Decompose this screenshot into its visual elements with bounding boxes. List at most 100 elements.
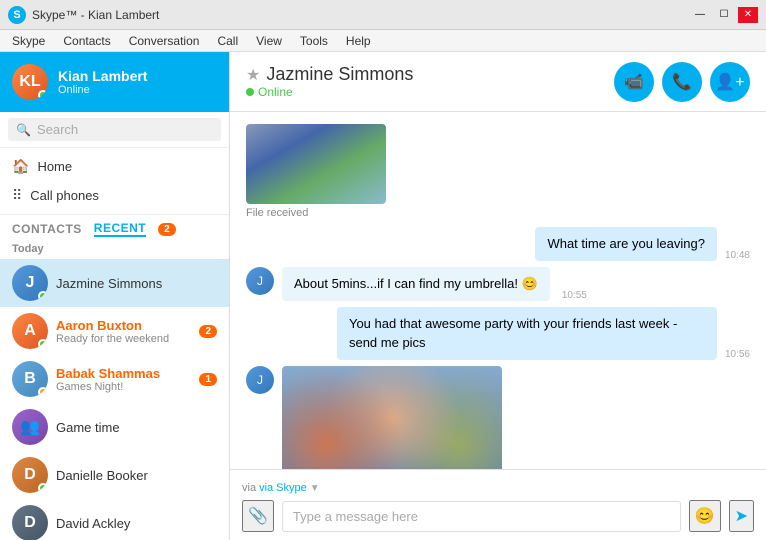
contact-item-david[interactable]: D David Ackley [0,499,229,540]
group-photo-content: Files received SHOW IN FOLDER [282,366,502,469]
msg-sent-what-time: What time are you leaving? 10:48 [246,227,750,261]
search-wrapper: 🔍 [8,118,221,141]
tab-recent[interactable]: RECENT [94,221,146,237]
message-input[interactable] [282,501,681,532]
received-image [246,124,386,204]
contact-sub-aaron: Ready for the weekend [56,333,191,345]
contact-info-gametime: Game time [56,420,217,435]
nav-call-phones[interactable]: ⠿ Call phones [0,181,229,210]
voice-call-button[interactable]: 📞 [662,62,702,102]
via-skype: via via Skype ▼ [242,478,754,496]
status-dot-babak [38,387,48,397]
msg-bubble-sent-2: You had that awesome party with your fri… [337,307,717,359]
file-received-group: File received [246,124,750,219]
contact-name-david: David Ackley [56,516,217,531]
contact-avatar-babak: B [12,361,48,397]
recent-badge: 2 [158,223,176,236]
nav-call-label: Call phones [30,188,99,203]
section-today: Today [0,239,229,259]
profile-status: Online [58,84,217,96]
maximize-button[interactable]: ☐ [714,7,734,23]
msg-text-received-1: About 5mins...if I can find my umbrella!… [294,276,538,291]
contact-name-danielle: Danielle Booker [56,468,217,483]
input-row: 📎 😊 ➤ [242,500,754,532]
nav-home-label: Home [37,159,72,174]
msg-avatar-jazmine: J [246,267,274,295]
msg-received-5mins: J About 5mins...if I can find my umbrell… [246,267,750,301]
msg-time-sent-1: 10:48 [725,250,750,261]
unread-badge-aaron: 2 [199,325,217,338]
profile-name: Kian Lambert [58,68,217,84]
message-input-area: via via Skype ▼ 📎 😊 ➤ [230,469,766,540]
menu-conversation[interactable]: Conversation [121,32,208,50]
search-icon: 🔍 [16,123,31,137]
profile-status-dot [38,90,48,100]
nav-home[interactable]: 🏠 Home [0,152,229,181]
close-button[interactable]: ✕ [738,7,758,23]
contact-avatar-gametime: 👥 [12,409,48,445]
menu-view[interactable]: View [248,32,290,50]
status-dot-aaron [38,339,48,349]
profile-info: Kian Lambert Online [58,68,217,96]
search-input[interactable] [37,122,213,137]
tab-contacts[interactable]: CONTACTS [12,222,82,236]
contact-info-jazmine: Jazmine Simmons [56,276,217,291]
window-title: Skype™ - Kian Lambert [32,8,159,22]
contact-sub-babak: Games Night! [56,381,191,393]
emoji-button[interactable]: 😊 [689,500,721,532]
menu-help[interactable]: Help [338,32,379,50]
contact-item-babak[interactable]: B Babak Shammas Games Night! 1 [0,355,229,403]
menu-skype[interactable]: Skype [4,32,53,50]
chat-header-actions: 📹 📞 👤+ [614,62,750,102]
msg-bubble-received-1: About 5mins...if I can find my umbrella!… [282,267,550,301]
contacts-tabs: CONTACTS RECENT 2 [0,215,229,239]
menu-tools[interactable]: Tools [292,32,336,50]
chat-contact-name: ★ Jazmine Simmons [246,64,413,85]
profile-header[interactable]: KL Kian Lambert Online [0,52,229,112]
received-image-inner [246,124,386,204]
send-button[interactable]: ➤ [729,500,754,532]
add-contact-button[interactable]: 👤+ [710,62,750,102]
minimize-button[interactable]: — [690,7,710,23]
contact-item-gametime[interactable]: 👥 Game time [0,403,229,451]
contact-info-david: David Ackley [56,516,217,531]
via-skype-chevron: ▼ [310,483,320,494]
unread-badge-babak: 1 [199,373,217,386]
contact-item-jazmine[interactable]: J Jazmine Simmons [0,259,229,307]
contact-info-babak: Babak Shammas Games Night! [56,366,191,393]
menu-bar: Skype Contacts Conversation Call View To… [0,30,766,52]
chat-header: ★ Jazmine Simmons Online 📹 📞 👤+ [230,52,766,112]
msg-text-sent-1: What time are you leaving? [547,236,705,251]
msg-time-received-1: 10:55 [562,290,587,301]
attach-button[interactable]: 📎 [242,500,274,532]
status-dot-jazmine [38,291,48,301]
contact-item-danielle[interactable]: D Danielle Booker [0,451,229,499]
msg-text-sent-2: You had that awesome party with your fri… [349,316,677,349]
chat-name-text: Jazmine Simmons [266,64,413,85]
via-label: via [242,482,256,494]
search-bar: 🔍 [0,112,229,148]
skype-logo: S [8,6,26,24]
title-bar: S Skype™ - Kian Lambert — ☐ ✕ [0,0,766,30]
chat-status: Online [246,85,413,99]
contact-avatar-david: D [12,505,48,540]
sidebar: KL Kian Lambert Online 🔍 🏠 Home ⠿ Ca [0,52,230,540]
file-received-label: File received [246,207,308,219]
contact-name-gametime: Game time [56,420,217,435]
home-icon: 🏠 [12,158,29,175]
contact-item-aaron[interactable]: A Aaron Buxton Ready for the weekend 2 [0,307,229,355]
contact-avatar-danielle: D [12,457,48,493]
video-call-button[interactable]: 📹 [614,62,654,102]
group-photo-inner [282,366,502,469]
menu-call[interactable]: Call [209,32,246,50]
contact-list: Today J Jazmine Simmons A Aaron Buxton [0,239,229,540]
chat-status-text: Online [258,85,293,99]
messages-container: File received What time are you leaving?… [230,112,766,469]
menu-contacts[interactable]: Contacts [55,32,118,50]
dialpad-icon: ⠿ [12,187,22,204]
msg-sent-party: You had that awesome party with your fri… [246,307,750,359]
msg-time-sent-2: 10:56 [725,349,750,360]
via-skype-link[interactable]: via Skype [259,482,307,494]
star-icon[interactable]: ★ [246,65,260,85]
msg-avatar-jazmine-2: J [246,366,274,394]
